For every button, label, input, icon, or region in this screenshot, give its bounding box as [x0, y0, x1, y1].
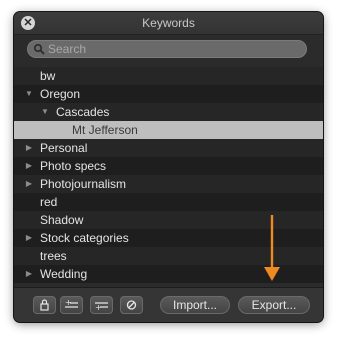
keyword-label: bw — [40, 69, 56, 83]
keyword-label: Shadow — [40, 213, 84, 227]
keyword-row[interactable]: Mt Jefferson — [14, 121, 323, 139]
window-title: Keywords — [142, 16, 195, 30]
lock-button[interactable] — [33, 296, 56, 314]
add-subkeyword-icon: + — [95, 302, 108, 312]
disclosure-expanded-icon[interactable]: ▼ — [40, 103, 50, 121]
keyword-label: Wedding — [40, 267, 88, 281]
keyword-label: Personal — [40, 141, 88, 155]
lock-icon — [40, 299, 49, 311]
keyword-row[interactable]: ▶ Personal — [14, 139, 323, 157]
search-icon — [33, 43, 45, 55]
keyword-label: Oregon — [40, 87, 81, 101]
annotation-arrow — [264, 215, 280, 281]
import-button[interactable]: Import... — [160, 296, 230, 314]
disclosure-collapsed-icon[interactable]: ▶ — [24, 139, 34, 157]
keyword-label: Stock categories — [40, 231, 129, 245]
keyword-row[interactable]: ▶ Photo specs — [14, 157, 323, 175]
toolbar: + + Import... Export... — [14, 287, 323, 322]
disclosure-collapsed-icon[interactable]: ▶ — [24, 175, 34, 193]
search-placeholder: Search — [48, 42, 87, 56]
keyword-row[interactable]: ▼ Cascades — [14, 103, 323, 121]
keyword-label: Cascades — [56, 105, 110, 119]
export-button[interactable]: Export... — [238, 296, 310, 314]
keyword-label: trees — [40, 249, 67, 263]
remove-button[interactable] — [120, 296, 143, 314]
keyword-label: Photo specs — [40, 159, 107, 173]
keyword-row[interactable]: ▼ Oregon — [14, 85, 323, 103]
keyword-row[interactable]: ▶ Photojournalism — [14, 175, 323, 193]
keyword-label: red — [40, 195, 58, 209]
keyword-row[interactable]: bw — [14, 67, 323, 85]
keyword-label: Photojournalism — [40, 177, 127, 191]
title-bar[interactable]: ✕ Keywords — [14, 12, 323, 35]
add-keyword-icon: + — [65, 298, 78, 308]
add-keyword-button[interactable]: + — [60, 296, 83, 314]
remove-icon — [126, 300, 137, 310]
search-field[interactable]: Search — [27, 40, 307, 58]
disclosure-collapsed-icon[interactable]: ▶ — [24, 265, 34, 283]
add-subkeyword-button[interactable]: + — [90, 296, 113, 314]
disclosure-expanded-icon[interactable]: ▼ — [24, 85, 34, 103]
disclosure-collapsed-icon[interactable]: ▶ — [24, 157, 34, 175]
disclosure-collapsed-icon[interactable]: ▶ — [24, 229, 34, 247]
keyword-label: Mt Jefferson — [72, 123, 138, 137]
keyword-row[interactable]: red — [14, 193, 323, 211]
